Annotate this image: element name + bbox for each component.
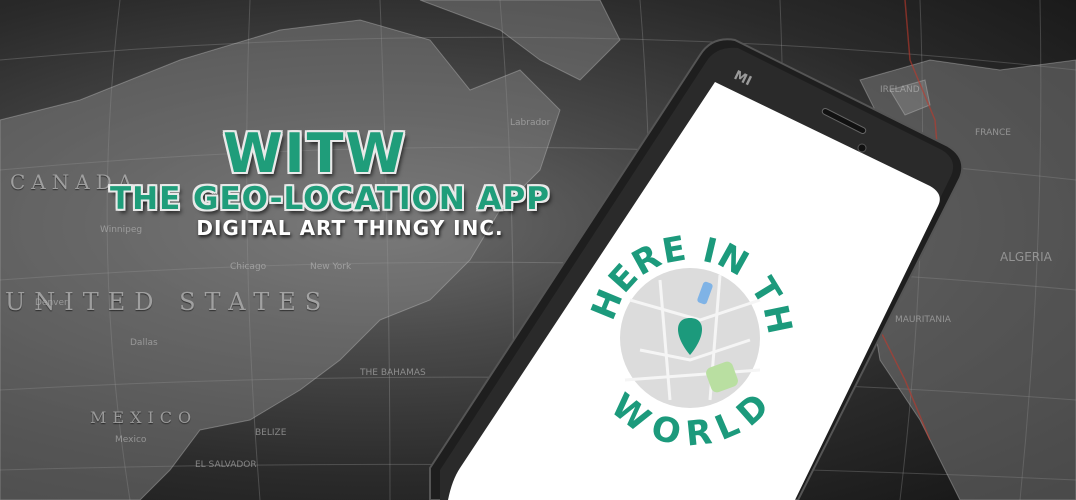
hero-banner: CANADA UNITED STATES MEXICO ALGERIA MAUR…	[0, 0, 1076, 500]
smartphone: MI WHERE IN THE WORLD	[0, 0, 964, 500]
